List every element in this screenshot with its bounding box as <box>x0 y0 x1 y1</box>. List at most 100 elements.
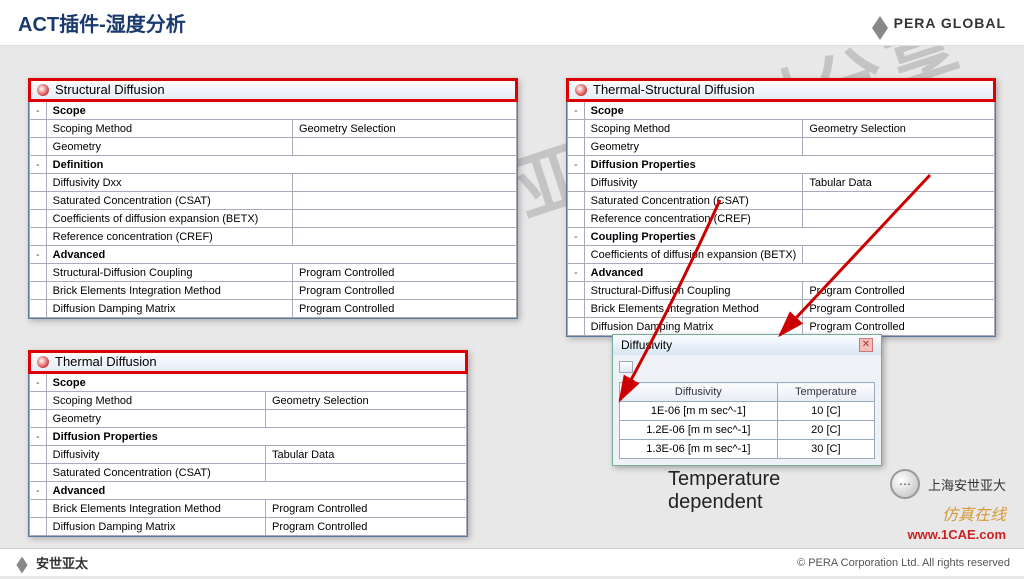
table-row[interactable]: 1.3E-06 [m m sec^-1]30 [C] <box>620 440 875 459</box>
property-name[interactable]: Brick Elements Integration Method <box>46 282 292 300</box>
table-row[interactable]: 1E-06 [m m sec^-1]10 [C] <box>620 402 875 421</box>
property-value[interactable]: Tabular Data <box>265 446 466 464</box>
property-row[interactable]: Coefficients of diffusion expansion (BET… <box>568 246 995 264</box>
property-row[interactable]: Diffusion Damping MatrixProgram Controll… <box>30 518 467 536</box>
property-name[interactable]: Definition <box>46 156 516 174</box>
diffusivity-table[interactable]: Diffusivity Temperature 1E-06 [m m sec^-… <box>619 382 875 459</box>
property-name[interactable]: Saturated Concentration (CSAT) <box>46 464 265 482</box>
property-value[interactable] <box>292 210 516 228</box>
table-cell[interactable]: 30 [C] <box>777 440 874 459</box>
property-row[interactable]: Scoping MethodGeometry Selection <box>568 120 995 138</box>
property-value[interactable]: Geometry Selection <box>292 120 516 138</box>
property-row[interactable]: Brick Elements Integration MethodProgram… <box>30 282 517 300</box>
property-row[interactable]: -Advanced <box>30 482 467 500</box>
property-name[interactable]: Saturated Concentration (CSAT) <box>584 192 803 210</box>
property-name[interactable]: Brick Elements Integration Method <box>46 500 265 518</box>
table-cell[interactable]: 1E-06 [m m sec^-1] <box>620 402 778 421</box>
property-row[interactable]: -Advanced <box>30 246 517 264</box>
property-row[interactable]: -Scope <box>30 102 517 120</box>
property-row[interactable]: Structural-Diffusion CouplingProgram Con… <box>30 264 517 282</box>
table-row[interactable]: 1.2E-06 [m m sec^-1]20 [C] <box>620 421 875 440</box>
tree-toggle[interactable]: - <box>568 228 585 246</box>
property-row[interactable]: -Definition <box>30 156 517 174</box>
property-name[interactable]: Structural-Diffusion Coupling <box>584 282 803 300</box>
property-row[interactable]: Diffusivity Dxx <box>30 174 517 192</box>
property-row[interactable]: Brick Elements Integration MethodProgram… <box>568 300 995 318</box>
popup-titlebar[interactable]: Diffusivity ✕ <box>613 335 881 355</box>
property-row[interactable]: Diffusion Damping MatrixProgram Controll… <box>568 318 995 336</box>
property-grid[interactable]: -ScopeScoping MethodGeometry SelectionGe… <box>29 373 467 536</box>
property-value[interactable] <box>803 246 995 264</box>
tree-toggle[interactable]: - <box>30 102 47 120</box>
popup-diffusivity[interactable]: Diffusivity ✕ Diffusivity Temperature 1E… <box>612 334 882 466</box>
property-row[interactable]: Geometry <box>30 138 517 156</box>
col-temperature[interactable]: Temperature <box>777 383 874 402</box>
property-row[interactable]: -Scope <box>568 102 995 120</box>
tree-toggle[interactable]: - <box>30 428 47 446</box>
property-name[interactable]: Diffusion Damping Matrix <box>46 300 292 318</box>
property-row[interactable]: Coefficients of diffusion expansion (BET… <box>30 210 517 228</box>
property-value[interactable] <box>292 174 516 192</box>
tree-toggle[interactable]: - <box>30 156 47 174</box>
property-row[interactable]: Structural-Diffusion CouplingProgram Con… <box>568 282 995 300</box>
tree-toggle[interactable]: - <box>30 482 47 500</box>
tree-toggle[interactable]: - <box>30 374 47 392</box>
property-name[interactable]: Scoping Method <box>46 392 265 410</box>
property-name[interactable]: Geometry <box>584 138 803 156</box>
property-name[interactable]: Diffusion Properties <box>46 428 466 446</box>
property-row[interactable]: Geometry <box>30 410 467 428</box>
panel-title[interactable]: Structural Diffusion <box>29 79 517 101</box>
property-value[interactable]: Program Controlled <box>803 318 995 336</box>
property-name[interactable]: Scope <box>46 102 516 120</box>
property-value[interactable]: Program Controlled <box>803 282 995 300</box>
property-value[interactable] <box>803 138 995 156</box>
tree-toggle[interactable]: - <box>30 246 47 264</box>
property-row[interactable]: Geometry <box>568 138 995 156</box>
property-value[interactable] <box>265 464 466 482</box>
property-value[interactable] <box>803 192 995 210</box>
property-row[interactable]: -Coupling Properties <box>568 228 995 246</box>
property-grid[interactable]: -ScopeScoping MethodGeometry SelectionGe… <box>29 101 517 318</box>
panel-title[interactable]: Thermal Diffusion <box>29 351 467 373</box>
property-row[interactable]: -Diffusion Properties <box>568 156 995 174</box>
property-value[interactable]: Geometry Selection <box>803 120 995 138</box>
property-row[interactable]: -Scope <box>30 374 467 392</box>
tree-toggle[interactable]: - <box>568 156 585 174</box>
property-row[interactable]: Saturated Concentration (CSAT) <box>30 464 467 482</box>
property-name[interactable]: Coupling Properties <box>584 228 994 246</box>
property-name[interactable]: Diffusion Properties <box>584 156 994 174</box>
table-cell[interactable]: 20 [C] <box>777 421 874 440</box>
property-name[interactable]: Diffusivity <box>46 446 265 464</box>
property-row[interactable]: DiffusivityTabular Data <box>30 446 467 464</box>
property-name[interactable]: Brick Elements Integration Method <box>584 300 803 318</box>
property-name[interactable]: Reference concentration (CREF) <box>584 210 803 228</box>
property-row[interactable]: Reference concentration (CREF) <box>568 210 995 228</box>
property-row[interactable]: Scoping MethodGeometry Selection <box>30 120 517 138</box>
table-cell[interactable]: 10 [C] <box>777 402 874 421</box>
toolbar-icon[interactable] <box>619 361 633 373</box>
property-value[interactable]: Program Controlled <box>803 300 995 318</box>
table-cell[interactable]: 1.2E-06 [m m sec^-1] <box>620 421 778 440</box>
property-row[interactable]: -Diffusion Properties <box>30 428 467 446</box>
property-value[interactable] <box>292 228 516 246</box>
property-row[interactable]: DiffusivityTabular Data <box>568 174 995 192</box>
property-value[interactable] <box>265 410 466 428</box>
property-value[interactable] <box>803 210 995 228</box>
property-row[interactable]: Saturated Concentration (CSAT) <box>30 192 517 210</box>
panel-title[interactable]: Thermal-Structural Diffusion <box>567 79 995 101</box>
property-row[interactable]: Diffusion Damping MatrixProgram Controll… <box>30 300 517 318</box>
property-grid[interactable]: -ScopeScoping MethodGeometry SelectionGe… <box>567 101 995 336</box>
property-value[interactable]: Tabular Data <box>803 174 995 192</box>
property-name[interactable]: Diffusion Damping Matrix <box>46 518 265 536</box>
property-value[interactable]: Program Controlled <box>265 518 466 536</box>
property-name[interactable]: Scoping Method <box>46 120 292 138</box>
tree-toggle[interactable]: - <box>568 102 585 120</box>
property-name[interactable]: Advanced <box>46 246 516 264</box>
property-name[interactable]: Structural-Diffusion Coupling <box>46 264 292 282</box>
property-name[interactable]: Saturated Concentration (CSAT) <box>46 192 292 210</box>
property-value[interactable]: Program Controlled <box>292 264 516 282</box>
property-name[interactable]: Diffusivity <box>584 174 803 192</box>
property-row[interactable]: Brick Elements Integration MethodProgram… <box>30 500 467 518</box>
property-row[interactable]: Scoping MethodGeometry Selection <box>30 392 467 410</box>
property-name[interactable]: Diffusivity Dxx <box>46 174 292 192</box>
